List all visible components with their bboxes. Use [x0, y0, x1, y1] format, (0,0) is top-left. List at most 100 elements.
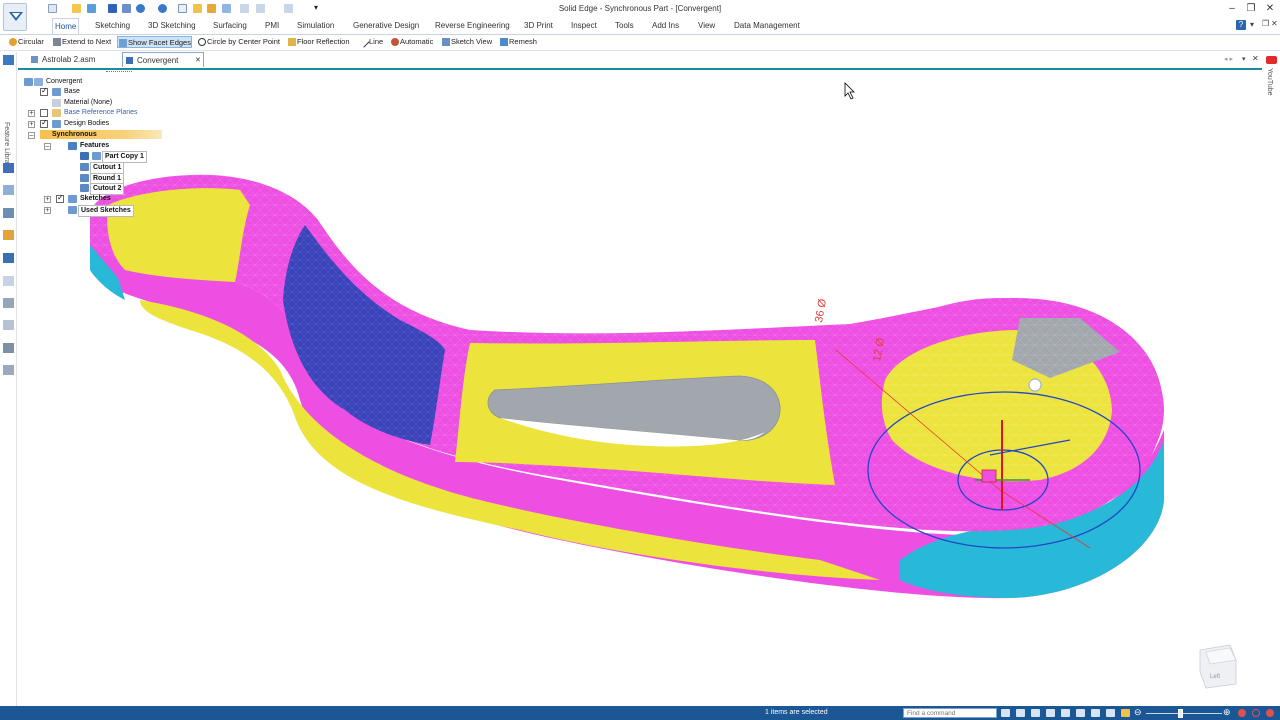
- model-svg[interactable]: 36 Ø 12 Ø Left: [18, 70, 1262, 706]
- find-command-input[interactable]: [903, 708, 997, 718]
- base-checkbox[interactable]: [40, 86, 48, 96]
- expand-icon[interactable]: +: [44, 196, 51, 203]
- youtube-tab[interactable]: YouTube: [1266, 68, 1273, 96]
- expand-icon[interactable]: +: [28, 121, 35, 128]
- power-icon[interactable]: [1266, 709, 1274, 717]
- tab-data-management[interactable]: Data Management: [732, 18, 802, 34]
- groups-icon[interactable]: [3, 320, 14, 330]
- expand-icon[interactable]: +: [44, 207, 51, 214]
- layers-icon[interactable]: [3, 185, 14, 195]
- close-document-icon[interactable]: ✕: [1252, 54, 1259, 63]
- tools-icon[interactable]: [3, 230, 14, 240]
- circular-command[interactable]: Circular: [8, 36, 44, 48]
- expand-icon[interactable]: +: [28, 110, 35, 117]
- tab-simulation[interactable]: Simulation: [295, 18, 336, 34]
- tab-surfacing[interactable]: Surfacing: [211, 18, 249, 34]
- zoom-slider-track[interactable]: [1146, 713, 1222, 714]
- status-bar: 1 items are selected ⊖ ⊕: [0, 706, 1280, 720]
- tab-view[interactable]: View: [696, 18, 717, 34]
- zoom-icon[interactable]: [1046, 709, 1055, 717]
- stop-icon[interactable]: [1252, 709, 1260, 717]
- steering-wheel-handle[interactable]: [1028, 378, 1042, 392]
- record-icon[interactable]: [1238, 709, 1246, 717]
- render-icon[interactable]: [1106, 709, 1115, 717]
- zoom-out-icon[interactable]: ⊖: [1134, 707, 1142, 718]
- minimize-button[interactable]: –: [1222, 3, 1242, 14]
- tab-sketching[interactable]: Sketching: [93, 18, 132, 34]
- extend-to-next-command[interactable]: Extend to Next: [52, 36, 111, 48]
- relationships-icon[interactable]: [3, 298, 14, 308]
- doc-tab-label: Astrolab 2.asm: [42, 55, 96, 64]
- facet-edges-label: Show Facet Edges: [128, 38, 191, 47]
- pathfinder-grip[interactable]: [106, 71, 132, 72]
- settings-panel-icon[interactable]: [3, 365, 14, 375]
- tab-reverse-engineering[interactable]: Reverse Engineering: [433, 18, 512, 34]
- remesh-command[interactable]: Remesh: [499, 36, 537, 48]
- show-facet-edges-command[interactable]: Show Facet Edges: [117, 36, 192, 48]
- zoom-slider-thumb[interactable]: [1178, 709, 1183, 718]
- tree-planes-label: Base Reference Planes: [64, 109, 138, 116]
- planes-checkbox[interactable]: [40, 109, 48, 117]
- tab-3d-sketching[interactable]: 3D Sketching: [146, 18, 198, 34]
- pan-icon[interactable]: [1061, 709, 1070, 717]
- youtube-icon[interactable]: [1266, 56, 1277, 64]
- line-command[interactable]: Line: [358, 36, 383, 48]
- views-icon[interactable]: [1091, 709, 1100, 717]
- tab-generative-design[interactable]: Generative Design: [351, 18, 421, 34]
- coordinate-marker[interactable]: [981, 469, 997, 483]
- collapse-icon[interactable]: –: [28, 132, 35, 139]
- sketch-view-command[interactable]: Sketch View: [441, 36, 492, 48]
- sketches-checkbox[interactable]: [56, 193, 64, 203]
- automatic-label: Automatic: [400, 37, 434, 46]
- zoom-area-icon[interactable]: [1031, 709, 1040, 717]
- zoom-in-icon[interactable]: ⊕: [1223, 707, 1231, 718]
- view-fit-icon[interactable]: [1016, 709, 1025, 717]
- automatic-command[interactable]: Automatic: [390, 36, 433, 48]
- dimension-36[interactable]: 36 Ø: [813, 298, 829, 324]
- sensors-icon[interactable]: [3, 253, 14, 263]
- document-tabs: Astrolab 2.asm Convergent ✕ ◂ ▸ ▾ ✕: [18, 52, 1280, 68]
- graphics-viewport[interactable]: 36 Ø 12 Ø Left: [18, 70, 1262, 706]
- restore-button[interactable]: ❐: [1241, 3, 1261, 14]
- collapse-icon[interactable]: –: [44, 143, 51, 150]
- parts-icon[interactable]: [3, 163, 14, 173]
- tab-list-icon[interactable]: ▾: [1242, 55, 1246, 63]
- shading-icon[interactable]: [1121, 709, 1130, 717]
- tab-inspect[interactable]: Inspect: [569, 18, 599, 34]
- doc-tab-convergent[interactable]: Convergent ✕: [122, 52, 204, 67]
- left-sidebar: Feature Library: [0, 52, 17, 706]
- round-icon: [80, 174, 89, 182]
- circular-label: Circular: [18, 37, 44, 46]
- part-icon: [126, 57, 133, 64]
- facet-edges-icon: [119, 39, 127, 47]
- visibility-icon[interactable]: [80, 152, 89, 160]
- family-icon[interactable]: [3, 208, 14, 218]
- tab-tools[interactable]: Tools: [613, 18, 636, 34]
- find-go-icon[interactable]: [1001, 709, 1010, 717]
- rotate-icon[interactable]: [1076, 709, 1085, 717]
- view-cube[interactable]: Left: [1199, 644, 1237, 689]
- ribbon-restore-icon[interactable]: ❐: [1262, 19, 1269, 28]
- material-icon: [52, 99, 61, 107]
- tab-home[interactable]: Home: [52, 18, 80, 34]
- feature-library-icon[interactable]: [3, 55, 14, 65]
- design-bodies-checkbox[interactable]: [40, 118, 48, 128]
- doc-tab-astrolab[interactable]: Astrolab 2.asm: [28, 52, 118, 67]
- help-topics-icon[interactable]: [3, 276, 14, 286]
- tab-scroll-left-icon[interactable]: ◂ ▸: [1224, 55, 1233, 63]
- close-tab-button[interactable]: ✕: [195, 53, 201, 68]
- cutout-icon: [80, 163, 89, 171]
- tab-add-ins[interactable]: Add Ins: [650, 18, 681, 34]
- floor-reflection-command[interactable]: Floor Reflection: [287, 36, 350, 48]
- tab-3d-print[interactable]: 3D Print: [522, 18, 555, 34]
- tab-pmi[interactable]: PMI: [263, 18, 281, 34]
- application-button[interactable]: [3, 3, 27, 31]
- close-window-button[interactable]: ✕: [1260, 3, 1280, 14]
- help-button[interactable]: ?: [1236, 20, 1246, 30]
- root-expand-icon: [24, 78, 33, 86]
- properties-panel-icon[interactable]: [3, 343, 14, 353]
- ribbon-options-icon[interactable]: ▾: [1250, 20, 1254, 29]
- circle-by-center-command[interactable]: Circle by Center Point: [197, 36, 280, 48]
- ribbon-close-icon[interactable]: ✕: [1271, 19, 1278, 28]
- tree-sketches-label: Sketches: [80, 195, 111, 202]
